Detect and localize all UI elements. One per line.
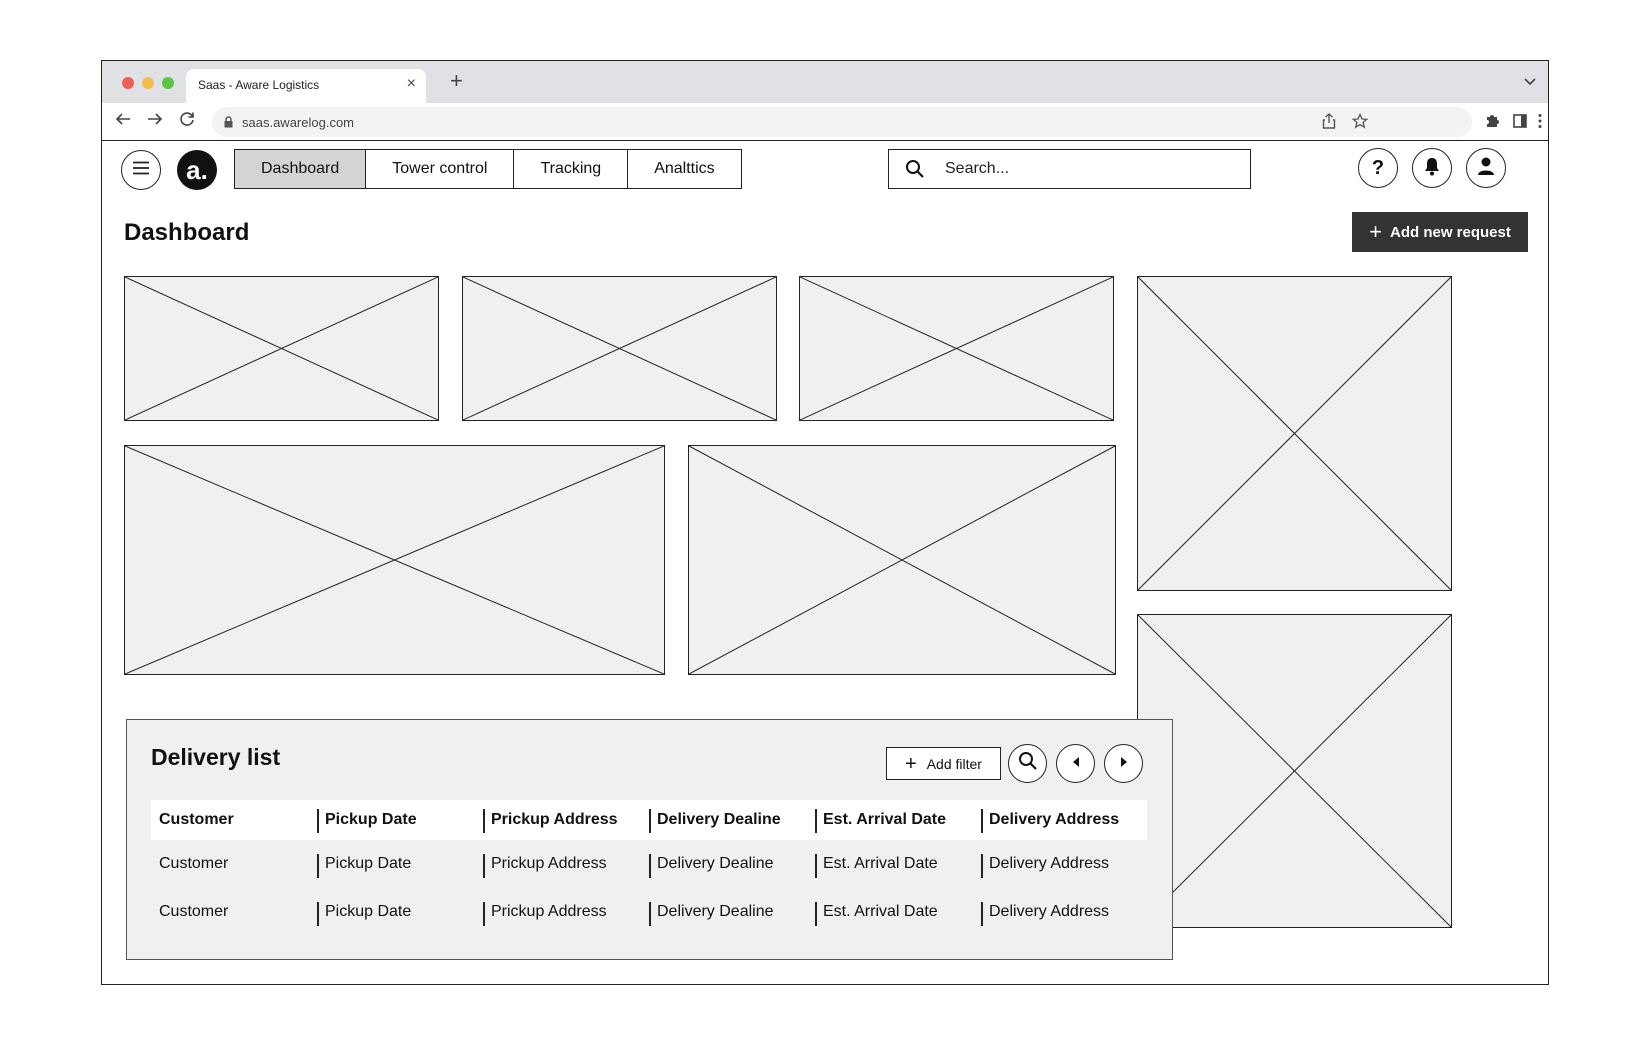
widget-placeholder-4 <box>1137 276 1452 591</box>
tab-tower-control[interactable]: Tower control <box>366 150 515 188</box>
table-cell: Delivery Address <box>981 840 1147 888</box>
column-header-pickup-address[interactable]: Prickup Address <box>483 800 649 840</box>
table-cell: Customer <box>159 855 229 872</box>
previous-page-button[interactable] <box>1056 744 1095 783</box>
widget-placeholder-3 <box>799 276 1114 421</box>
url-text: saas.awarelog.com <box>242 115 354 130</box>
column-header-pickup-date[interactable]: Pickup Date <box>317 800 483 840</box>
column-header-customer[interactable]: Customer <box>151 800 317 840</box>
tab-tracking[interactable]: Tracking <box>514 150 629 188</box>
search-placeholder: Search... <box>945 160 1010 177</box>
table-cell: Prickup Address <box>483 840 649 888</box>
user-icon <box>1477 156 1495 181</box>
share-icon[interactable] <box>1322 113 1336 133</box>
help-icon: ? <box>1371 156 1385 179</box>
minimize-window-icon[interactable] <box>142 77 154 89</box>
widget-placeholder-2 <box>462 276 777 421</box>
close-window-icon[interactable] <box>122 77 134 89</box>
next-page-button[interactable] <box>1104 744 1143 783</box>
search-icon <box>905 159 925 184</box>
column-header-est-arrival-date[interactable]: Est. Arrival Date <box>815 800 981 840</box>
tab-close-icon[interactable]: × <box>407 75 416 93</box>
hamburger-icon <box>132 161 150 180</box>
plus-icon: + <box>1369 219 1382 244</box>
address-bar[interactable]: saas.awarelog.com <box>212 107 1472 137</box>
table-cell: Pickup Date <box>317 840 483 888</box>
tab-list-chevron-icon[interactable] <box>1524 73 1536 89</box>
hamburger-menu-button[interactable] <box>121 150 161 190</box>
back-arrow-icon[interactable] <box>114 110 132 132</box>
extensions-puzzle-icon[interactable] <box>1484 113 1500 133</box>
table-cell: Delivery Dealine <box>649 888 815 936</box>
add-filter-label: Add filter <box>926 755 982 772</box>
widget-placeholder-1 <box>124 276 439 421</box>
table-cell: Pickup Date <box>317 888 483 936</box>
table-cell: Est. Arrival Date <box>815 888 981 936</box>
forward-arrow-icon[interactable] <box>146 110 164 132</box>
page-title: Dashboard <box>124 219 250 246</box>
tab-analytics[interactable]: Analttics <box>628 150 741 188</box>
add-filter-button[interactable]: + Add filter <box>886 747 1001 780</box>
widget-placeholder-5 <box>124 445 665 675</box>
search-input[interactable]: Search... <box>888 149 1251 189</box>
browser-window: Saas - Aware Logistics × + saas.awarelog… <box>101 60 1549 985</box>
add-new-request-label: Add new request <box>1390 223 1511 241</box>
browser-tab-title: Saas - Aware Logistics <box>198 78 320 92</box>
tab-dashboard[interactable]: Dashboard <box>235 150 367 188</box>
table-cell: Delivery Address <box>981 888 1147 936</box>
widget-placeholder-7 <box>1137 614 1452 928</box>
app-logo[interactable]: a. <box>177 150 217 190</box>
maximize-window-icon[interactable] <box>162 77 174 89</box>
plus-icon: + <box>905 752 917 775</box>
table-cell: Delivery Dealine <box>649 840 815 888</box>
delivery-list-panel: Delivery list + Add filter Customer Pick… <box>126 719 1173 960</box>
bookmark-star-icon[interactable] <box>1351 112 1369 133</box>
notifications-button[interactable] <box>1412 148 1452 188</box>
delivery-table: Customer Pickup Date Prickup Address Del… <box>151 800 1147 936</box>
bell-icon <box>1423 156 1441 181</box>
table-cell: Customer <box>159 903 229 920</box>
main-nav-tabs: Dashboard Tower control Tracking Analtti… <box>234 149 742 189</box>
browser-tab[interactable]: Saas - Aware Logistics × <box>186 69 426 103</box>
table-cell: Est. Arrival Date <box>815 840 981 888</box>
browser-menu-icon[interactable] <box>1538 113 1542 133</box>
user-profile-button[interactable] <box>1466 148 1506 188</box>
reload-icon[interactable] <box>178 110 196 132</box>
table-row[interactable]: Customer Pickup Date Prickup Address Del… <box>151 888 1147 936</box>
new-tab-icon[interactable]: + <box>450 69 463 93</box>
column-header-delivery-deadline[interactable]: Delivery Dealine <box>649 800 815 840</box>
add-new-request-button[interactable]: + Add new request <box>1352 212 1528 252</box>
side-panel-icon[interactable] <box>1512 113 1528 133</box>
app-header: a. Dashboard Tower control Tracking Anal… <box>102 141 1548 195</box>
caret-left-icon <box>1071 755 1081 773</box>
column-header-delivery-address[interactable]: Delivery Address <box>981 800 1147 840</box>
caret-right-icon <box>1119 755 1129 773</box>
browser-tab-strip: Saas - Aware Logistics × + <box>102 61 1548 103</box>
list-search-button[interactable] <box>1008 744 1047 783</box>
help-button[interactable]: ? <box>1358 148 1398 188</box>
widget-placeholder-6 <box>688 445 1116 675</box>
lock-icon <box>224 115 233 128</box>
table-header-row: Customer Pickup Date Prickup Address Del… <box>151 800 1147 840</box>
table-row[interactable]: Customer Pickup Date Prickup Address Del… <box>151 840 1147 888</box>
delivery-list-title: Delivery list <box>151 744 281 770</box>
browser-toolbar: saas.awarelog.com <box>102 103 1548 141</box>
table-cell: Prickup Address <box>483 888 649 936</box>
search-icon <box>1018 751 1038 776</box>
